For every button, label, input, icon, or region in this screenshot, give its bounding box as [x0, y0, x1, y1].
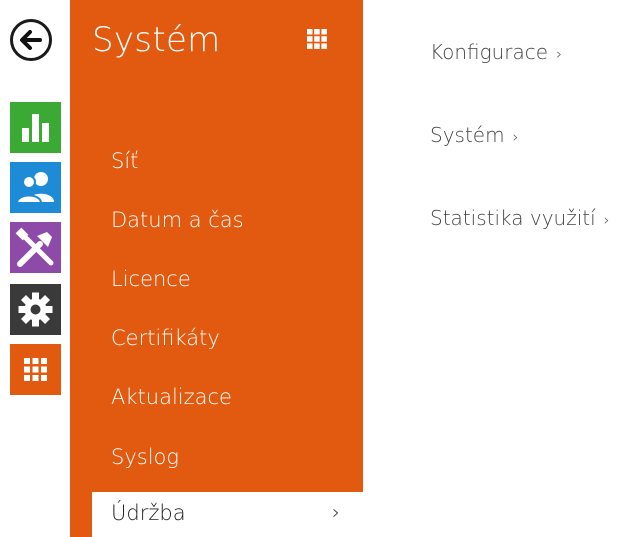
- arrow-left-icon: [20, 30, 42, 50]
- link-label: Systém: [430, 123, 505, 147]
- link-konfigurace[interactable]: Konfigurace ›: [430, 40, 562, 64]
- grid-icon[interactable]: [307, 29, 327, 49]
- status-chart-icon: [10, 102, 61, 153]
- users-icon: [10, 162, 61, 213]
- tools-icon: [10, 222, 61, 273]
- link-label: Statistika využití: [430, 206, 596, 230]
- chevron-right-icon: ›: [556, 45, 563, 63]
- nav-tile-hardware[interactable]: [10, 222, 61, 273]
- menu-item-licence[interactable]: Licence: [111, 267, 351, 291]
- chevron-right-icon: ›: [332, 500, 340, 524]
- menu-item-label: Údržba: [111, 501, 186, 525]
- nav-tile-directory[interactable]: [10, 162, 61, 213]
- menu-item-syslog[interactable]: Syslog: [111, 445, 351, 469]
- chevron-right-icon: ›: [603, 211, 610, 229]
- chevron-right-icon: ›: [512, 128, 519, 146]
- system-menu-panel: Systém Síť Datum a čas Licence Certifiká…: [70, 0, 363, 537]
- back-button[interactable]: [10, 19, 52, 61]
- menu-item-datum-a-cas[interactable]: Datum a čas: [111, 208, 351, 232]
- menu-item-udrzba[interactable]: Údržba ›: [92, 492, 363, 537]
- menu-item-aktualizace[interactable]: Aktualizace: [111, 385, 351, 409]
- link-statistika-vyuziti[interactable]: Statistika využití ›: [430, 206, 610, 230]
- grid-icon: [10, 344, 61, 395]
- nav-tile-services[interactable]: [10, 284, 61, 335]
- nav-tile-status[interactable]: [10, 102, 61, 153]
- link-label: Konfigurace: [430, 40, 549, 64]
- link-system[interactable]: Systém ›: [430, 123, 519, 147]
- panel-title: Systém: [92, 20, 221, 60]
- gear-icon: [10, 284, 61, 335]
- nav-tile-system[interactable]: [10, 344, 61, 395]
- menu-item-certifikaty[interactable]: Certifikáty: [111, 326, 351, 350]
- main-nav-rail: [0, 0, 70, 537]
- menu-item-sit[interactable]: Síť: [111, 149, 351, 173]
